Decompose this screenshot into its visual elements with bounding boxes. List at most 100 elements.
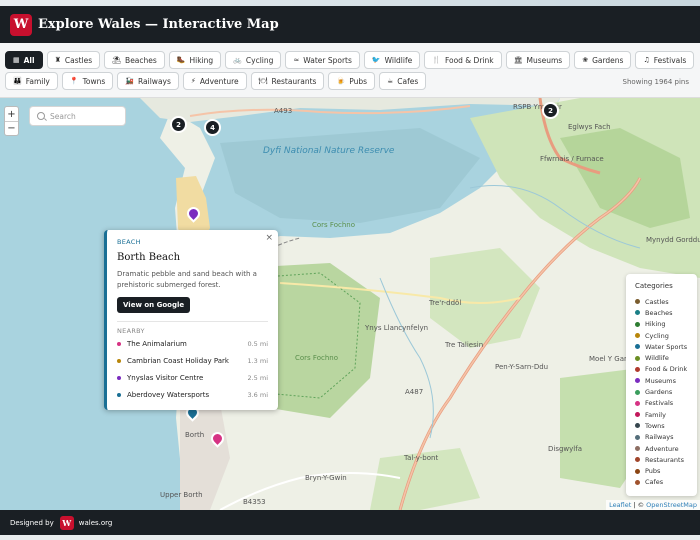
nearby-heading: NEARBY bbox=[117, 327, 145, 335]
search-placeholder: Search bbox=[50, 111, 76, 121]
filter-chip-castles[interactable]: ♜ Castles bbox=[46, 51, 101, 69]
nearby-item[interactable]: Cambrian Coast Holiday Park 1.3 mi bbox=[117, 352, 268, 369]
legend-color-dot bbox=[635, 333, 640, 339]
filter-chip-cycling[interactable]: 🚲 Cycling bbox=[225, 51, 282, 69]
nearby-item[interactable]: The Animalarium 0.5 mi bbox=[117, 335, 268, 352]
legend-label: Restaurants bbox=[645, 455, 684, 464]
nearby-distance: 3.6 mi bbox=[247, 390, 268, 399]
cluster-marker[interactable]: 4 bbox=[204, 119, 221, 136]
filter-chip-label: Gardens bbox=[592, 55, 624, 65]
filter-chip-label: Railways bbox=[138, 76, 171, 86]
legend-color-dot bbox=[635, 434, 640, 440]
flower-icon: ❀ bbox=[582, 56, 589, 64]
filter-chip-towns[interactable]: 📍 Towns bbox=[61, 72, 114, 90]
footer-site-link[interactable]: wales.org bbox=[79, 519, 113, 527]
cluster-marker[interactable]: 2 bbox=[542, 102, 559, 119]
filter-chip-hiking[interactable]: 🥾 Hiking bbox=[168, 51, 222, 69]
legend-label: Festivals bbox=[645, 399, 674, 408]
legend-label: Towns bbox=[645, 421, 665, 430]
filter-row-2: 👪 Family 📍 Towns 🚂 Railways ⚡ Adventure 🍽 Res… bbox=[5, 72, 427, 90]
lightning-icon: ⚡ bbox=[190, 77, 196, 85]
footer-logo[interactable]: W bbox=[59, 515, 74, 530]
bicycle-icon: 🚲 bbox=[233, 56, 242, 64]
pin-icon: 📍 bbox=[69, 77, 79, 85]
popup-title: Borth Beach bbox=[117, 252, 181, 263]
train-icon: 🚂 bbox=[125, 77, 134, 85]
legend-label: Beaches bbox=[645, 308, 673, 317]
legend-item: Water Sports bbox=[635, 341, 688, 352]
attribution-sep: | © bbox=[631, 501, 647, 509]
popup-close-icon[interactable]: × bbox=[265, 233, 273, 243]
category-dot bbox=[117, 358, 121, 363]
filter-chip-festivals[interactable]: ♫ Festivals bbox=[635, 51, 695, 69]
legend-color-dot bbox=[635, 412, 640, 418]
leaflet-link[interactable]: Leaflet bbox=[609, 501, 631, 509]
filter-chip-label: Festivals bbox=[653, 55, 687, 65]
castle-icon: ♜ bbox=[54, 56, 61, 64]
filter-chip-gardens[interactable]: ❀ Gardens bbox=[574, 51, 632, 69]
map-label-cors-fochno: Cors Fochno bbox=[295, 354, 338, 362]
legend-item: Hiking bbox=[635, 319, 688, 330]
filter-chip-label: Food & Drink bbox=[444, 55, 494, 65]
map-label-moel-y-garn: Moel Y Garn bbox=[589, 355, 632, 363]
legend-item: Railways bbox=[635, 432, 688, 443]
legend-color-dot bbox=[635, 389, 640, 395]
osm-link[interactable]: OpenStreetMap bbox=[646, 501, 697, 509]
filter-chip-adventure[interactable]: ⚡ Adventure bbox=[182, 72, 247, 90]
map-label-tal-y-bont: Tal-y-bont bbox=[404, 454, 439, 462]
legend-color-dot bbox=[635, 310, 640, 316]
app-title: Explore Wales — Interactive Map bbox=[38, 17, 279, 32]
place-popup: × BEACH Borth Beach Dramatic pebble and … bbox=[104, 230, 278, 410]
legend-item: Pubs bbox=[635, 465, 688, 476]
wales-logo[interactable]: W bbox=[10, 13, 32, 36]
nearby-item[interactable]: Aberdovey Watersports 3.6 mi bbox=[117, 386, 268, 403]
filter-chip-pubs[interactable]: 🍺 Pubs bbox=[328, 72, 375, 90]
zoom-in-button[interactable]: + bbox=[5, 107, 18, 121]
plate-icon: 🍽 bbox=[258, 77, 268, 85]
legend-label: Water Sports bbox=[645, 342, 688, 351]
popup-description: Dramatic pebble and sand beach with a pr… bbox=[117, 270, 257, 289]
filter-chip-railways[interactable]: 🚂 Railways bbox=[117, 72, 179, 90]
nearby-item[interactable]: Ynyslas Visitor Centre 2.5 mi bbox=[117, 369, 268, 386]
legend-items: Castles Beaches Hiking Cycling Water Sports W… bbox=[635, 296, 688, 488]
filter-chip-wildlife[interactable]: 🐦 Wildlife bbox=[363, 51, 421, 69]
filter-row-1: ▦ All ♜ Castles ⛱ Beaches 🥾 Hiking 🚲 Cycling … bbox=[5, 51, 695, 69]
utensils-icon: 🍴 bbox=[432, 56, 441, 64]
legend-label: Wildlife bbox=[645, 354, 669, 363]
filter-chip-restaurants[interactable]: 🍽 Restaurants bbox=[250, 72, 325, 90]
app-header: W Explore Wales — Interactive Map bbox=[0, 6, 700, 43]
filter-chip-cafes[interactable]: ☕ Cafes bbox=[379, 72, 427, 90]
filter-chip-all[interactable]: ▦ All bbox=[5, 51, 43, 69]
cluster-marker[interactable]: 2 bbox=[170, 116, 187, 133]
wave-icon: ≈ bbox=[293, 56, 300, 64]
filter-chip-beaches[interactable]: ⛱ Beaches bbox=[104, 51, 165, 69]
legend-color-dot bbox=[635, 299, 640, 305]
legend-item: Museums bbox=[635, 375, 688, 386]
grid-icon: ▦ bbox=[13, 56, 20, 64]
legend-item: Family bbox=[635, 409, 688, 420]
popup-category: BEACH bbox=[117, 238, 141, 246]
zoom-control: + − bbox=[4, 106, 19, 136]
beach-umbrella-icon: ⛱ bbox=[112, 56, 122, 64]
map-canvas[interactable]: Dyfi National Nature Reserve Cors Fochno… bbox=[0, 98, 700, 510]
filter-chip-family[interactable]: 👪 Family bbox=[5, 72, 58, 90]
filter-chip-museums[interactable]: 🏛 Museums bbox=[505, 51, 571, 69]
map-label-a493: A493 bbox=[274, 107, 293, 115]
legend-item: Cycling bbox=[635, 330, 688, 341]
map-search-input[interactable]: Search bbox=[29, 106, 126, 126]
map-label-cors-fochno-upper: Cors Fochno bbox=[312, 221, 355, 229]
map-label-borth: Borth bbox=[185, 431, 205, 439]
legend-color-dot bbox=[635, 321, 640, 327]
view-on-google-button[interactable]: View on Google bbox=[117, 297, 191, 313]
search-icon bbox=[37, 112, 45, 120]
music-note-icon: ♫ bbox=[643, 56, 650, 64]
filter-chip-food-drink[interactable]: 🍴 Food & Drink bbox=[424, 51, 502, 69]
zoom-out-button[interactable]: − bbox=[5, 121, 18, 135]
popup-divider bbox=[117, 321, 268, 322]
map-label-tre-taliesin: Tre Taliesin bbox=[445, 341, 484, 349]
map-label-furnace: Ffwrnais / Furnace bbox=[540, 155, 604, 163]
legend-label: Cycling bbox=[645, 331, 669, 340]
map-label-pen-y-sarn-ddu: Pen-Y-Sarn-Ddu bbox=[495, 363, 549, 371]
filter-chip-label: Water Sports bbox=[303, 55, 352, 65]
filter-chip-water-sports[interactable]: ≈ Water Sports bbox=[285, 51, 360, 69]
